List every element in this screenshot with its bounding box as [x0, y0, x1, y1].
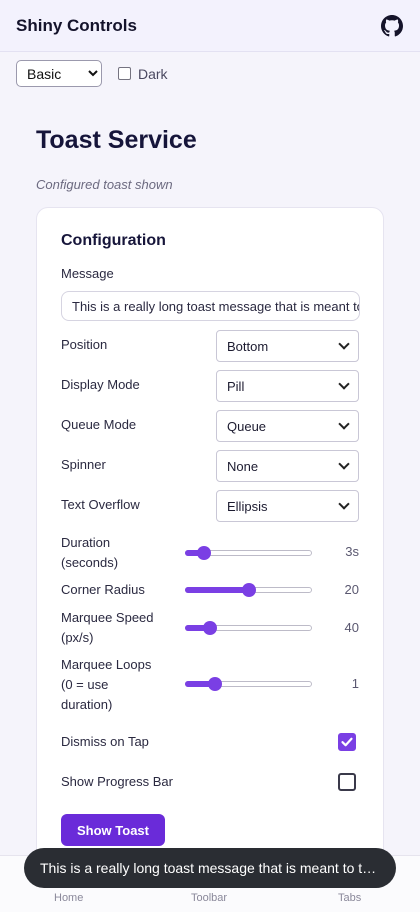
- theme-select[interactable]: Basic: [16, 60, 102, 87]
- marquee-loops-label-line1: Marquee Loops: [61, 657, 152, 672]
- marquee-speed-label-line1: Marquee Speed: [61, 610, 154, 625]
- configuration-card: Configuration Message This is a really l…: [36, 207, 384, 907]
- marquee-speed-slider[interactable]: [185, 619, 312, 637]
- top-controls: Basic Dark: [16, 60, 168, 87]
- toast-notification[interactable]: This is a really long toast message that…: [24, 848, 396, 888]
- tab-home[interactable]: Home: [54, 892, 83, 904]
- duration-label-line2: (seconds): [61, 555, 119, 570]
- queue-mode-select-value: Queue: [227, 418, 267, 434]
- queue-mode-select[interactable]: Queue: [216, 410, 359, 442]
- slider-thumb[interactable]: [241, 583, 256, 597]
- marquee-loops-label-line2: (0 = use: [61, 677, 109, 692]
- tab-tabs[interactable]: Tabs: [338, 892, 361, 904]
- duration-value: 3s: [345, 544, 359, 559]
- spinner-label: Spinner: [61, 457, 106, 472]
- position-label: Position: [61, 337, 108, 352]
- chevron-down-icon: [338, 418, 350, 430]
- app-root: Shiny Controls Basic Dark Toast Service …: [0, 0, 420, 912]
- corner-radius-value: 20: [344, 582, 359, 597]
- corner-radius-slider[interactable]: [185, 581, 312, 599]
- marquee-loops-slider[interactable]: [185, 675, 312, 693]
- app-header: Shiny Controls: [0, 0, 420, 52]
- duration-label: Duration (seconds): [61, 533, 118, 573]
- marquee-speed-value: 40: [344, 620, 359, 635]
- dark-label: Dark: [138, 65, 168, 82]
- message-input-value: This is a really long toast message that…: [72, 298, 359, 314]
- message-input[interactable]: This is a really long toast message that…: [61, 291, 360, 321]
- text-overflow-select-value: Ellipsis: [227, 498, 268, 514]
- toast-text: This is a really long toast message that…: [40, 860, 380, 876]
- show-progress-bar-checkbox[interactable]: [338, 773, 356, 791]
- text-overflow-label: Text Overflow: [61, 497, 140, 512]
- spinner-select-value: None: [227, 458, 259, 474]
- slider-thumb[interactable]: [203, 621, 218, 635]
- github-icon[interactable]: [380, 14, 404, 38]
- message-label: Message: [61, 266, 114, 281]
- display-mode-label: Display Mode: [61, 377, 140, 392]
- page-subtitle: Configured toast shown: [36, 177, 173, 192]
- show-toast-button[interactable]: Show Toast: [61, 814, 165, 846]
- chevron-down-icon: [338, 458, 350, 470]
- slider-thumb[interactable]: [208, 677, 223, 691]
- app-title: Shiny Controls: [16, 15, 137, 35]
- spinner-select[interactable]: None: [216, 450, 359, 482]
- dark-toggle[interactable]: Dark: [118, 66, 168, 82]
- show-progress-bar-label: Show Progress Bar: [61, 774, 173, 789]
- slider-fill: [185, 587, 249, 593]
- dismiss-on-tap-label: Dismiss on Tap: [61, 734, 149, 749]
- checkmark-icon: [341, 737, 353, 747]
- marquee-speed-label: Marquee Speed (px/s): [61, 608, 154, 648]
- corner-radius-label: Corner Radius: [61, 582, 145, 597]
- duration-slider[interactable]: [185, 544, 312, 562]
- marquee-loops-value: 1: [351, 676, 359, 691]
- card-title: Configuration: [61, 232, 166, 249]
- text-overflow-select[interactable]: Ellipsis: [216, 490, 359, 522]
- display-mode-select[interactable]: Pill: [216, 370, 359, 402]
- queue-mode-label: Queue Mode: [61, 417, 137, 432]
- slider-thumb[interactable]: [197, 546, 212, 560]
- tab-toolbar[interactable]: Toolbar: [191, 892, 227, 904]
- marquee-loops-label: Marquee Loops (0 = use duration): [61, 655, 151, 715]
- chevron-down-icon: [338, 338, 350, 350]
- marquee-speed-label-line2: (px/s): [61, 630, 94, 645]
- marquee-loops-label-line3: duration): [61, 697, 113, 712]
- chevron-down-icon: [338, 498, 350, 510]
- duration-label-line1: Duration: [61, 535, 111, 550]
- chevron-down-icon: [338, 378, 350, 390]
- page-title: Toast Service: [36, 126, 197, 154]
- position-select[interactable]: Bottom: [216, 330, 359, 362]
- position-select-value: Bottom: [227, 338, 269, 354]
- dark-checkbox[interactable]: [118, 67, 131, 80]
- display-mode-select-value: Pill: [227, 378, 245, 394]
- dismiss-on-tap-checkbox[interactable]: [338, 733, 356, 751]
